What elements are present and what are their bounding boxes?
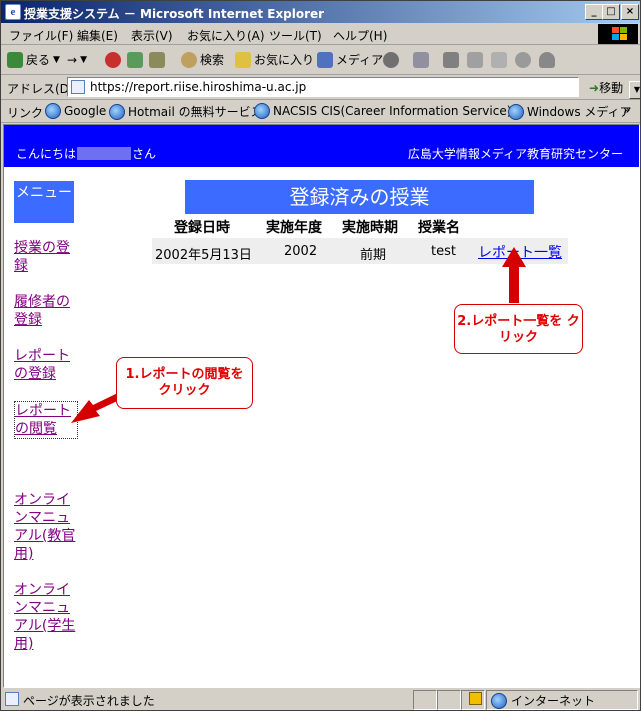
- ie-link-icon: [109, 103, 125, 120]
- go-button[interactable]: ➜移動: [589, 79, 623, 96]
- links-more-button[interactable]: »: [623, 103, 630, 117]
- stop-icon: [105, 52, 121, 68]
- favorites-button[interactable]: お気に入り: [235, 50, 314, 70]
- discuss-button[interactable]: [491, 50, 507, 70]
- callout-step-1: 1.レポートの閲覧を クリック: [116, 357, 253, 409]
- home-button[interactable]: [149, 50, 165, 70]
- windows-logo-icon: [598, 24, 638, 44]
- print-icon: [443, 52, 459, 68]
- security-zone: インターネット: [491, 692, 595, 709]
- search-button[interactable]: 検索: [181, 50, 224, 70]
- title-bar: e 授業支援システム － Microsoft Internet Explorer…: [1, 1, 640, 23]
- favorites-icon: [235, 52, 251, 68]
- print-button[interactable]: [443, 50, 459, 70]
- lock-icon: [469, 692, 482, 705]
- internet-zone-icon: [491, 692, 507, 709]
- messenger-button[interactable]: [515, 50, 531, 70]
- forward-button[interactable]: → ▼: [67, 50, 87, 70]
- contact-icon: [539, 52, 555, 68]
- messenger-icon: [515, 52, 531, 68]
- browser-window: e 授業支援システム － Microsoft Internet Explorer…: [0, 0, 641, 711]
- address-dropdown-button[interactable]: ▼: [629, 81, 640, 99]
- status-bar: ページが表示されました インターネット: [1, 688, 640, 710]
- arrow-to-report-list-icon: [502, 247, 526, 303]
- link-nacsis[interactable]: NACSIS CIS(Career Information Service)-J: [254, 103, 520, 119]
- close-button[interactable]: ×: [621, 4, 639, 20]
- history-icon: [383, 52, 399, 68]
- address-url: https://report.riise.hiroshima-u.ac.jp: [90, 80, 307, 94]
- callout-step-2: 2.レポート一覧を クリック: [454, 304, 583, 354]
- annotation-arrows: [71, 247, 526, 423]
- home-icon: [149, 52, 165, 68]
- ie-link-icon: [254, 103, 270, 119]
- discuss-icon: [491, 52, 507, 68]
- edit-icon: [467, 52, 483, 68]
- history-button[interactable]: [383, 50, 399, 70]
- refresh-icon: [127, 52, 143, 68]
- search-icon: [181, 52, 197, 68]
- window-title: 授業支援システム － Microsoft Internet Explorer: [24, 7, 325, 21]
- ie-link-icon: [45, 103, 61, 119]
- address-input[interactable]: https://report.riise.hiroshima-u.ac.jp ▼: [67, 77, 640, 99]
- maximize-button[interactable]: □: [602, 4, 620, 20]
- menu-tools[interactable]: ツール(T): [269, 27, 322, 44]
- address-label: アドレス(D): [7, 82, 74, 96]
- back-arrow-icon: [7, 52, 23, 68]
- standard-toolbar: 戻る ▼ → ▼ 検索 お気に入り メディア: [1, 46, 640, 75]
- minimize-button[interactable]: _: [585, 4, 603, 20]
- contact-button[interactable]: [539, 50, 555, 70]
- menu-view[interactable]: 表示(V): [131, 27, 173, 44]
- media-button[interactable]: メディア: [317, 50, 383, 70]
- menu-bar: ファイル(F) 編集(E) 表示(V) お気に入り(A) ツール(T) ヘルプ(…: [1, 24, 640, 45]
- media-icon: [317, 52, 333, 68]
- status-pane: [437, 690, 461, 710]
- link-hotmail[interactable]: Hotmail の無料サービス: [109, 103, 263, 120]
- mail-icon: [413, 52, 429, 68]
- link-google[interactable]: Google: [45, 103, 106, 119]
- ie-link-icon: [508, 103, 524, 120]
- refresh-button[interactable]: [127, 50, 143, 70]
- mail-button[interactable]: [413, 50, 429, 70]
- page-content: こんにちは さん 広島大学情報メディア教育研究センター メニュー 授業の登録 履…: [3, 124, 640, 688]
- ie-icon: e: [5, 4, 21, 20]
- links-label: リンク: [7, 106, 44, 120]
- menu-help[interactable]: ヘルプ(H): [333, 27, 387, 44]
- menu-edit[interactable]: 編集(E): [77, 27, 118, 44]
- link-windows-media[interactable]: Windows メディア: [508, 103, 632, 120]
- links-bar: リンク Google Hotmail の無料サービス NACSIS CIS(Ca…: [1, 100, 640, 123]
- go-arrow-icon: ➜: [589, 81, 600, 95]
- page-status-icon: [5, 692, 19, 706]
- status-pane: [413, 690, 437, 710]
- stop-button[interactable]: [105, 50, 121, 70]
- menu-favorites[interactable]: お気に入り(A): [187, 27, 265, 44]
- page-icon: [71, 80, 85, 94]
- edit-button[interactable]: [467, 50, 483, 70]
- address-bar: アドレス(D) https://report.riise.hiroshima-u…: [1, 75, 640, 100]
- back-button[interactable]: 戻る ▼: [7, 50, 60, 70]
- menu-file[interactable]: ファイル(F): [9, 27, 73, 44]
- status-text: ページが表示されました: [23, 694, 155, 708]
